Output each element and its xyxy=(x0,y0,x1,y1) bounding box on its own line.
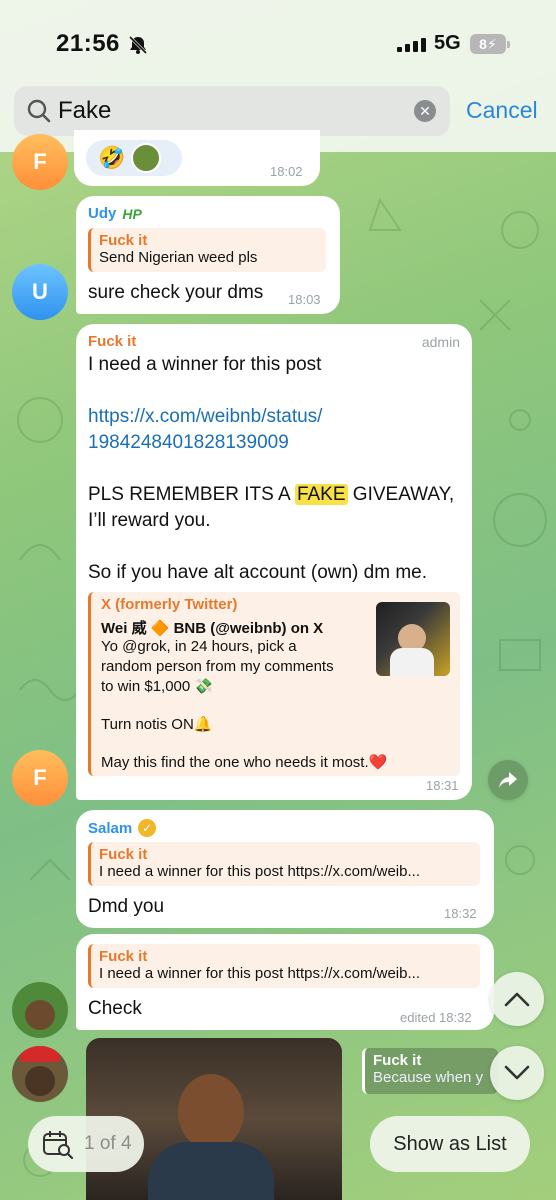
message-bubble[interactable]: Salam ✓ Fuck it I need a winner for this… xyxy=(76,810,494,928)
admin-badge: admin xyxy=(421,334,460,350)
message-time: 18:31 xyxy=(426,778,459,793)
signal-icon xyxy=(397,38,426,52)
search-bar[interactable]: Fake ✕ xyxy=(14,86,450,136)
message-text: sure check your dms xyxy=(88,282,264,303)
message-time: edited 18:32 xyxy=(400,1010,472,1025)
network-type: 5G xyxy=(434,32,461,54)
message-time: 18:32 xyxy=(444,906,477,921)
preview-site: X (formerly Twitter) xyxy=(101,596,238,613)
reply-text: Because when y xyxy=(373,1069,484,1086)
reply-text: I need a winner for this post https://x.… xyxy=(99,863,420,880)
reply-sender: Fuck it xyxy=(99,846,148,863)
reply-text: Send Nigerian weed pls xyxy=(99,249,258,266)
reply-sender: Fuck it xyxy=(99,948,148,965)
battery-icon: 8 ⚡ xyxy=(470,34,510,54)
message-line: I’ll reward you. xyxy=(88,510,211,531)
cancel-button[interactable]: Cancel xyxy=(466,97,538,124)
search-icon xyxy=(27,99,51,123)
chevron-up-icon xyxy=(504,992,530,1007)
calendar-search-icon xyxy=(43,1131,74,1159)
reply-quote[interactable]: Fuck it Send Nigerian weed pls xyxy=(88,228,326,272)
message-text: Dmd you xyxy=(88,896,165,917)
reply-quote[interactable]: Fuck it Because when y xyxy=(362,1048,498,1094)
message-bubble[interactable]: Fuck it admin I need a winner for this p… xyxy=(76,324,472,800)
avatar[interactable]: F xyxy=(12,134,68,190)
preview-thumbnail xyxy=(376,602,450,676)
search-highlight: FAKE xyxy=(294,484,348,505)
message-time: 18:02 xyxy=(270,164,303,179)
reply-quote[interactable]: Fuck it I need a winner for this post ht… xyxy=(88,842,480,886)
clear-search-icon[interactable]: ✕ xyxy=(414,100,436,122)
search-counter[interactable]: 1 of 4 xyxy=(28,1116,144,1172)
link-preview[interactable]: X (formerly Twitter) Wei 威 🔶 BNB (@weibn… xyxy=(88,592,460,776)
sender-name[interactable]: Fuck it xyxy=(88,333,136,350)
avatar[interactable]: F xyxy=(12,750,68,806)
verified-badge-icon: ✓ xyxy=(138,819,157,837)
avatar xyxy=(131,143,162,173)
message-line: So if you have alt account (own) dm me. xyxy=(88,562,427,583)
chevron-down-icon xyxy=(504,1065,530,1080)
message-time: 18:03 xyxy=(288,292,321,307)
sender-name[interactable]: Salam xyxy=(88,820,132,837)
message-bubble[interactable]: 🤣 18:02 xyxy=(74,130,320,186)
forward-button[interactable] xyxy=(488,760,528,800)
avatar[interactable] xyxy=(12,982,68,1038)
show-as-list-button[interactable]: Show as List xyxy=(370,1116,530,1172)
status-time: 21:56 xyxy=(56,30,120,57)
avatar[interactable]: U xyxy=(12,264,68,320)
status-bar: 21:56 5G 8 ⚡ xyxy=(0,28,556,64)
reply-sender: Fuck it xyxy=(373,1052,422,1069)
hp-badge-icon: HP xyxy=(122,205,142,222)
reaction-pill[interactable]: 🤣 xyxy=(86,140,182,176)
laughing-emoji-icon: 🤣 xyxy=(98,145,126,170)
preview-title: Wei 威 🔶 BNB (@weibnb) on X xyxy=(101,620,324,637)
reply-text: I need a winner for this post https://x.… xyxy=(99,965,420,982)
message-text: I need a winner for this post https://x.… xyxy=(88,352,464,586)
preview-body: Yo @grok, in 24 hours, pick a random per… xyxy=(101,638,388,771)
message-bubble[interactable]: Udy HP Fuck it Send Nigerian weed pls su… xyxy=(76,196,340,314)
reply-sender: Fuck it xyxy=(99,232,148,249)
message-text: Check xyxy=(88,998,142,1019)
sender-name[interactable]: Udy xyxy=(88,205,116,222)
reply-quote[interactable]: Fuck it I need a winner for this post ht… xyxy=(88,944,480,988)
show-as-list-label: Show as List xyxy=(393,1132,507,1155)
post-link[interactable]: https://x.com/weibnb/status/198424840182… xyxy=(88,404,464,456)
previous-result-button[interactable] xyxy=(490,972,544,1026)
message-line: I need a winner for this post xyxy=(88,354,322,375)
share-arrow-icon xyxy=(499,772,517,788)
message-bubble[interactable]: Fuck it I need a winner for this post ht… xyxy=(76,934,494,1030)
message-line: PLS REMEMBER ITS A FAKE GIVEAWAY, xyxy=(88,484,455,505)
next-result-button[interactable] xyxy=(490,1046,544,1100)
result-counter: 1 of 4 xyxy=(84,1133,132,1154)
bell-muted-icon xyxy=(128,35,148,55)
avatar[interactable] xyxy=(12,1046,68,1102)
search-input[interactable]: Fake xyxy=(58,97,111,125)
